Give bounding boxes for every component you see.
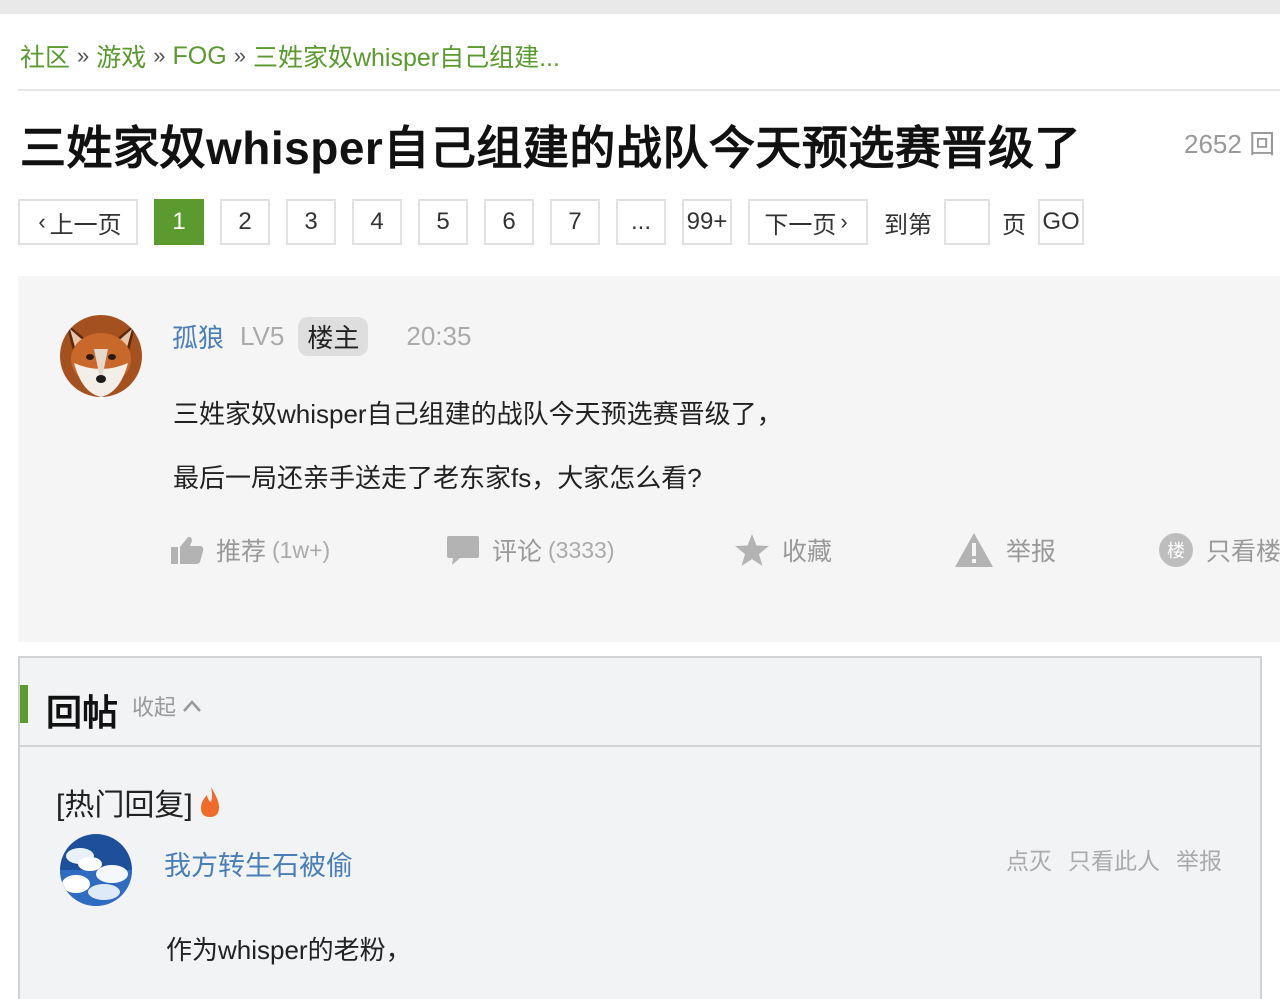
chevron-up-icon xyxy=(183,700,201,712)
comment-count: (3333) xyxy=(548,536,615,563)
post-body-line: 三姓家奴whisper自己组建的战队今天预选赛晋级了， xyxy=(173,399,783,429)
page-7-button[interactable]: 7 xyxy=(550,199,600,245)
post-author-level: LV5 xyxy=(240,320,285,351)
pagination: ‹ 上一页 1 2 3 4 5 6 7 ... 99+ 下一页 › 到第 页 G… xyxy=(18,199,1084,245)
dislike-button[interactable]: 点灭 xyxy=(1006,842,1052,876)
page-ellipsis-button[interactable]: ... xyxy=(616,199,666,245)
svg-text:楼: 楼 xyxy=(1167,541,1185,562)
warning-icon xyxy=(955,533,993,567)
breadcrumb-games[interactable]: 游戏 xyxy=(96,38,146,74)
reply-report-button[interactable]: 举报 xyxy=(1176,842,1222,876)
collapse-label: 收起 xyxy=(132,695,177,720)
breadcrumb-fog[interactable]: FOG xyxy=(173,42,227,71)
prev-page-label: 上一页 xyxy=(49,211,122,239)
fox-avatar-icon xyxy=(60,315,142,397)
avatar[interactable] xyxy=(60,834,132,906)
reply-author-name[interactable]: 我方转生石被偷 xyxy=(164,844,353,883)
page-1-button[interactable]: 1 xyxy=(154,199,204,245)
reply-section: 回帖 收起 [热门回复] 我方转生石被偷 点灭 只看此人 举报 作为whispe… xyxy=(18,656,1262,999)
breadcrumb-current-thread[interactable]: 三姓家奴whisper自己组建... xyxy=(253,38,560,74)
page-2-button[interactable]: 2 xyxy=(220,199,270,245)
goto-prefix: 到第 xyxy=(884,211,932,239)
reply-body: 作为whisper的老粉， xyxy=(166,935,412,965)
favorite-button[interactable]: 收藏 xyxy=(734,530,832,570)
section-accent-bar xyxy=(20,685,28,723)
breadcrumb-separator: » xyxy=(153,43,166,68)
next-page-button[interactable]: 下一页 › xyxy=(748,199,868,245)
op-badge: 楼主 xyxy=(298,316,369,356)
only-this-user-button[interactable]: 只看此人 xyxy=(1068,842,1160,876)
comment-bubble-icon xyxy=(447,536,479,565)
report-button[interactable]: 举报 xyxy=(954,530,1056,570)
goto-suffix: 页 xyxy=(1002,211,1026,239)
only-op-label: 只看楼 xyxy=(1206,538,1280,566)
sky-avatar-icon xyxy=(60,834,132,906)
breadcrumb-separator: » xyxy=(233,43,246,68)
page-3-button[interactable]: 3 xyxy=(286,199,336,245)
post-author-name[interactable]: 孤狼 xyxy=(172,318,224,355)
only-op-button[interactable]: 楼 只看楼 xyxy=(1158,530,1280,570)
top-bar xyxy=(0,0,1280,14)
next-page-label: 下一页 xyxy=(764,211,837,239)
thread-title: 三姓家奴whisper自己组建的战队今天预选赛晋级了 xyxy=(20,122,1081,174)
page-6-button[interactable]: 6 xyxy=(484,199,534,245)
page-4-button[interactable]: 4 xyxy=(352,199,402,245)
reply-section-title: 回帖 xyxy=(46,692,119,733)
post-body: 三姓家奴whisper自己组建的战队今天预选赛晋级了， 最后一局还亲手送走了老东… xyxy=(173,382,783,510)
go-button[interactable]: GO xyxy=(1038,199,1084,245)
report-label: 举报 xyxy=(1006,538,1057,566)
breadcrumb-separator: » xyxy=(77,43,90,68)
hot-replies-text: [热门回复] xyxy=(56,789,193,822)
page-99plus-button[interactable]: 99+ xyxy=(682,199,732,245)
divider xyxy=(18,89,1280,91)
flame-icon xyxy=(200,787,219,817)
original-post: 孤狼 LV5 楼主 20:35 三姓家奴whisper自己组建的战队今天预选赛晋… xyxy=(18,276,1280,642)
goto-page-input[interactable] xyxy=(944,199,990,245)
reply-tools: 点灭 只看此人 举报 xyxy=(990,842,1222,876)
breadcrumb: 社区 » 游戏 » FOG » 三姓家奴whisper自己组建... xyxy=(20,38,560,74)
hot-replies-label: [热门回复] xyxy=(56,780,221,824)
post-body-line: 最后一局还亲手送走了老东家fs，大家怎么看? xyxy=(173,463,702,493)
recommend-button[interactable]: 推荐 (1w+) xyxy=(170,530,330,570)
page-5-button[interactable]: 5 xyxy=(418,199,468,245)
comment-button[interactable]: 评论 (3333) xyxy=(446,530,615,570)
breadcrumb-community[interactable]: 社区 xyxy=(20,38,70,74)
floor-badge-icon: 楼 xyxy=(1159,533,1193,567)
reply-count: 2652 回 xyxy=(1184,129,1276,159)
star-icon xyxy=(735,534,769,566)
avatar[interactable] xyxy=(60,315,142,397)
favorite-label: 收藏 xyxy=(782,538,833,566)
chevron-left-icon: ‹ xyxy=(38,209,46,234)
recommend-count: (1w+) xyxy=(272,536,331,563)
post-actions: 推荐 (1w+) 评论 (3333) 收藏 举报 楼 只看楼 xyxy=(170,530,1280,570)
post-time: 20:35 xyxy=(406,320,472,351)
thumbs-up-icon xyxy=(171,536,204,564)
comment-label: 评论 xyxy=(492,538,543,566)
chevron-right-icon: › xyxy=(840,209,848,234)
post-author-row: 孤狼 LV5 楼主 20:35 xyxy=(172,316,472,356)
reply-section-header: 回帖 收起 xyxy=(20,658,1260,747)
prev-page-button[interactable]: ‹ 上一页 xyxy=(18,199,138,245)
recommend-label: 推荐 xyxy=(216,538,267,566)
collapse-button[interactable]: 收起 xyxy=(132,690,202,722)
